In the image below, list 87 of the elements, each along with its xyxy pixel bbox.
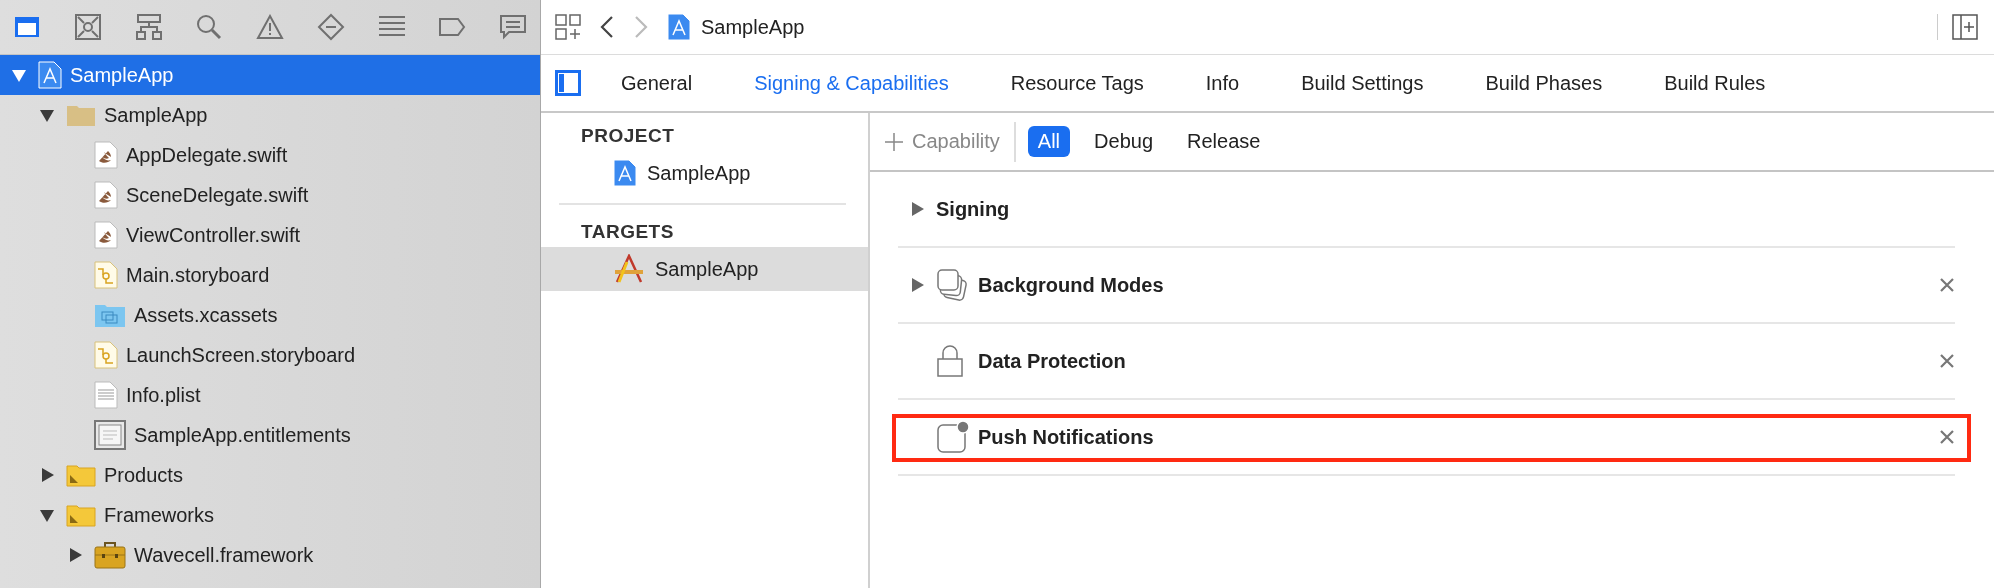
app-target-icon <box>613 254 645 284</box>
file-tree-item[interactable]: Wavecell.framework <box>0 535 540 575</box>
asset-folder-icon <box>94 302 126 328</box>
editor-tab[interactable]: Build Phases <box>1485 71 1603 95</box>
file-tree-item[interactable]: Assets.xcassets <box>0 295 540 335</box>
hierarchy-navigator-icon[interactable] <box>133 12 164 42</box>
file-name: SampleApp <box>104 103 208 127</box>
file-tree-item[interactable]: ViewController.swift <box>0 215 540 255</box>
comment-navigator-icon[interactable] <box>498 12 528 42</box>
editor-tab[interactable]: Build Rules <box>1664 71 1766 95</box>
swift-file-icon <box>94 141 118 169</box>
storyboard-file-icon <box>94 341 118 369</box>
file-name: SampleApp.entitlements <box>134 423 351 447</box>
file-tree-item[interactable]: Products <box>0 455 540 495</box>
disclosure-triangle-icon[interactable] <box>39 467 55 483</box>
file-name: Frameworks <box>104 503 214 527</box>
file-name: Info.plist <box>126 383 201 407</box>
add-capability-button[interactable]: Capability <box>884 121 1016 162</box>
file-tree-item[interactable]: Info.plist <box>0 375 540 415</box>
close-button[interactable] <box>1939 277 1955 293</box>
project-file-icon <box>613 159 637 187</box>
file-tree-item[interactable]: SampleApp.entitlements <box>0 415 540 455</box>
section-heading: PROJECT <box>580 124 676 148</box>
file-tree-item[interactable]: Frameworks <box>0 495 540 535</box>
notification-badge-icon <box>936 420 970 454</box>
editor-tab[interactable]: General <box>621 71 693 95</box>
project-file-icon <box>38 61 62 89</box>
file-tree-item[interactable]: SampleApp <box>0 55 540 95</box>
file-name: SampleApp <box>70 63 174 87</box>
disclosure-triangle-icon[interactable] <box>39 107 55 123</box>
configuration-filter[interactable]: Release <box>1177 126 1271 157</box>
section-heading: TARGETS <box>580 220 675 244</box>
swift-file-icon <box>94 221 118 249</box>
toolbox-icon <box>94 541 126 569</box>
capability-title: Signing <box>936 197 1010 221</box>
disclosure-triangle-icon[interactable] <box>909 201 925 217</box>
plist-file-icon <box>94 381 118 409</box>
target-list-item[interactable]: SampleApp <box>541 247 868 291</box>
plus-icon <box>884 131 904 152</box>
disclosure-triangle-icon[interactable] <box>39 507 55 523</box>
editor-tab[interactable]: Build Settings <box>1301 71 1424 95</box>
warning-navigator-icon[interactable] <box>255 12 285 42</box>
storyboard-file-icon <box>94 261 118 289</box>
configuration-filter[interactable]: All <box>1027 126 1071 157</box>
file-name: Wavecell.framework <box>134 543 314 567</box>
stacked-squares-icon <box>936 268 970 302</box>
source-control-navigator-icon[interactable] <box>72 12 103 42</box>
breadcrumb[interactable]: SampleApp <box>701 15 805 39</box>
grid-icon[interactable] <box>555 14 581 40</box>
configuration-filter[interactable]: Debug <box>1084 126 1163 157</box>
editor-tab[interactable]: Resource Tags <box>1010 71 1144 95</box>
capability-title: Data Protection <box>978 349 1126 373</box>
file-tree-item[interactable]: AppDelegate.swift <box>0 135 540 175</box>
file-name: SceneDelegate.swift <box>126 183 309 207</box>
file-name: AppDelegate.swift <box>126 143 288 167</box>
folder-icon <box>66 463 96 487</box>
target-name: SampleApp <box>647 161 751 185</box>
file-name: ViewController.swift <box>126 223 301 247</box>
close-button[interactable] <box>1939 429 1955 445</box>
test-navigator-icon[interactable] <box>315 12 346 42</box>
file-name: Assets.xcassets <box>134 303 278 327</box>
sidebar-toggle-icon[interactable] <box>555 70 581 96</box>
file-tree-item[interactable]: Main.storyboard <box>0 255 540 295</box>
lock-icon <box>936 345 964 377</box>
file-tree-item[interactable]: LaunchScreen.storyboard <box>0 335 540 375</box>
folder-icon <box>66 503 96 527</box>
file-name: LaunchScreen.storyboard <box>126 343 356 367</box>
capability-title: Push Notifications <box>978 425 1154 449</box>
certificate-icon <box>94 420 126 450</box>
editor-tab[interactable]: Signing & Capabilities <box>754 71 949 95</box>
target-list-item[interactable]: SampleApp <box>541 151 868 195</box>
project-file-icon <box>667 13 691 41</box>
capability-title: Background Modes <box>978 273 1164 297</box>
disclosure-triangle-icon[interactable] <box>11 67 27 83</box>
file-name: Products <box>104 463 183 487</box>
disclosure-triangle-icon[interactable] <box>909 277 925 293</box>
editor-tab[interactable]: Info <box>1205 71 1240 95</box>
folder-icon <box>66 103 96 127</box>
file-tree-item[interactable]: SampleApp <box>0 95 540 135</box>
target-name: SampleApp <box>655 257 759 281</box>
swift-file-icon <box>94 181 118 209</box>
add-editor-icon[interactable] <box>1952 14 1978 40</box>
file-name: Main.storyboard <box>126 263 270 287</box>
file-tree-item[interactable]: SceneDelegate.swift <box>0 175 540 215</box>
back-icon[interactable] <box>599 15 615 39</box>
disclosure-triangle-icon[interactable] <box>67 547 83 563</box>
close-button[interactable] <box>1939 353 1955 369</box>
